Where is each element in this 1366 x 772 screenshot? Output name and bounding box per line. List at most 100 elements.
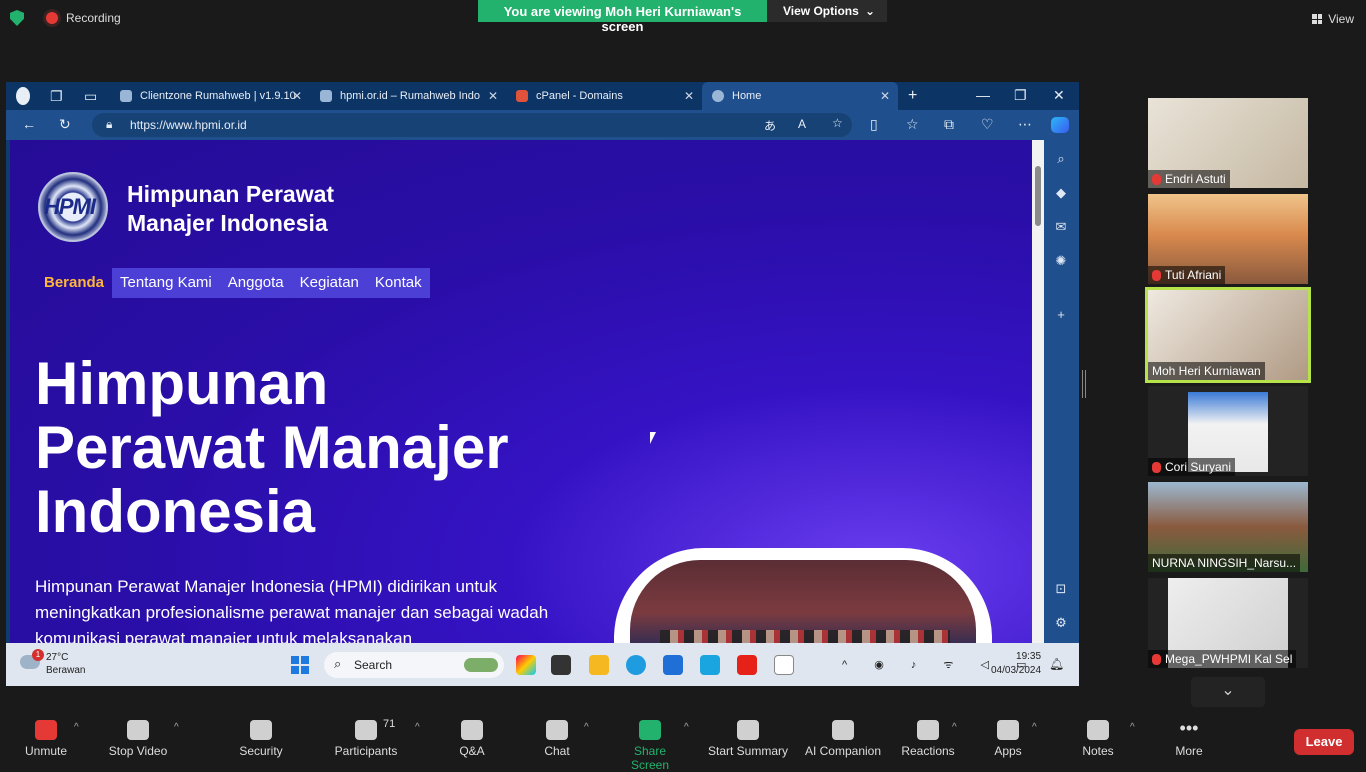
edge-browser-icon[interactable] — [626, 655, 646, 675]
qa-button[interactable]: Q&A — [452, 720, 492, 758]
apps-button[interactable]: Apps ^ — [990, 720, 1037, 758]
shared-screen: ❐ ▭ Clientzone Rumahweb | v1.9.10 ✕ hpmi… — [6, 82, 1079, 686]
tab-actions-icon[interactable]: ▭ — [74, 82, 110, 110]
participant-tile[interactable]: Mega_PWHPMI Kal Sel — [1148, 578, 1308, 668]
notes-button[interactable]: Notes ^ — [1080, 720, 1135, 758]
page-scrollbar[interactable] — [1032, 140, 1044, 643]
chevron-up-icon[interactable]: ^ — [584, 722, 589, 733]
close-tab-icon[interactable]: ✕ — [684, 89, 694, 103]
youtube-app-icon[interactable] — [737, 655, 757, 675]
screenshot-icon[interactable]: ⊡ — [1054, 582, 1068, 596]
chevron-up-icon[interactable]: ^ — [684, 722, 689, 733]
read-aloud-icon[interactable]: A — [798, 117, 806, 131]
security-button[interactable]: Security — [236, 720, 286, 758]
performance-icon[interactable]: ♡ — [981, 116, 994, 133]
nav-kegiatan[interactable]: Kegiatan — [292, 268, 367, 298]
encryption-shield-icon[interactable] — [10, 10, 24, 26]
chevron-up-icon[interactable]: ^ — [1130, 722, 1135, 733]
zoom-top-bar: Recording You are viewing Moh Heri Kurni… — [0, 0, 1366, 40]
collections-icon[interactable]: ⧉ — [944, 116, 954, 133]
stop-video-button[interactable]: Stop Video ^ — [106, 720, 179, 758]
mic-muted-icon — [1152, 653, 1161, 665]
translate-icon[interactable]: あ — [764, 117, 776, 134]
terminal-app-icon[interactable] — [551, 655, 571, 675]
participant-tile[interactable]: Cori Suryani — [1148, 386, 1308, 476]
close-window-icon[interactable]: ✕ — [1053, 87, 1065, 104]
close-tab-icon[interactable]: ✕ — [292, 89, 302, 103]
favorites-icon[interactable]: ☆ — [906, 116, 919, 133]
tab-cpanel[interactable]: cPanel - Domains ✕ — [506, 82, 702, 110]
tab-home[interactable]: Home ✕ — [702, 82, 898, 110]
split-screen-icon[interactable]: ▯ — [870, 116, 878, 133]
participant-tile[interactable]: NURNA NINGSIH_Narsu... — [1148, 482, 1308, 572]
ai-companion-button[interactable]: AI Companion — [802, 720, 884, 758]
hero-line3: Indonesia — [35, 478, 316, 545]
participants-button[interactable]: Participants 71 ^ — [333, 718, 420, 758]
view-button[interactable]: View — [1312, 12, 1354, 26]
hero-line1: Himpunan — [35, 350, 329, 417]
notepad-app-icon[interactable] — [774, 655, 794, 675]
participant-name-tag: Moh Heri Kurniawan — [1148, 362, 1265, 380]
tab-clientzone[interactable]: Clientzone Rumahweb | v1.9.10 ✕ — [110, 82, 310, 110]
refresh-icon[interactable]: ↻ — [59, 116, 71, 133]
profile-avatar[interactable] — [6, 82, 40, 110]
taskbar-search[interactable]: ⌕ Search — [324, 652, 504, 678]
view-options-button[interactable]: View Options ⌄ — [767, 0, 887, 22]
url-input[interactable]: 🔒︎ https://www.hpmi.or.id あ A ☆ — [92, 113, 852, 137]
chatgpt-icon[interactable]: ✺ — [1054, 254, 1068, 268]
panel-resize-handle[interactable] — [1082, 370, 1086, 398]
participant-tile[interactable]: Endri Astuti — [1148, 98, 1308, 188]
site-title-line2: Manajer Indonesia — [127, 210, 328, 236]
site-title[interactable]: Himpunan Perawat Manajer Indonesia — [127, 180, 334, 238]
store-app-icon[interactable] — [663, 655, 683, 675]
new-tab-icon[interactable]: + — [898, 82, 928, 110]
notification-bell-icon[interactable]: 🔔︎ — [1049, 657, 1064, 671]
weather-widget[interactable]: 1 27°C Berawan — [18, 649, 85, 677]
browser-tab-bar: ❐ ▭ Clientzone Rumahweb | v1.9.10 ✕ hpmi… — [6, 82, 1079, 110]
viewing-banner: You are viewing Moh Heri Kurniawan's scr… — [478, 0, 887, 34]
search-icon[interactable]: ⌕ — [1054, 152, 1068, 166]
chevron-up-icon[interactable]: ^ — [415, 722, 420, 733]
chevron-up-icon[interactable]: ^ — [1032, 722, 1037, 733]
nav-anggota[interactable]: Anggota — [220, 268, 292, 298]
copilot-icon[interactable] — [1051, 117, 1069, 133]
more-menu-icon[interactable]: ⋯ — [1018, 116, 1032, 133]
back-icon[interactable]: ← — [22, 116, 36, 132]
chevron-up-icon[interactable]: ^ — [952, 722, 957, 733]
zoom-meeting-toolbar: Unmute ^ Stop Video ^ Security Participant… — [0, 712, 1366, 772]
participant-tile[interactable]: Tuti Afriani — [1148, 194, 1308, 284]
copilot-app-icon[interactable] — [516, 655, 536, 675]
chat-button[interactable]: Chat ^ — [538, 720, 589, 758]
nav-kontak[interactable]: Kontak — [367, 268, 430, 298]
participant-tile-active-speaker[interactable]: Moh Heri Kurniawan — [1145, 287, 1311, 383]
close-tab-icon[interactable]: ✕ — [488, 89, 498, 103]
taskbar-clock[interactable]: 19:35 04/03/2024 — [991, 650, 1041, 678]
favorite-star-icon[interactable]: ☆ — [832, 116, 843, 130]
restore-icon[interactable]: ❐ — [1014, 87, 1027, 104]
recording-dot-icon — [46, 12, 58, 24]
nav-tentang-kami[interactable]: Tentang Kami — [112, 268, 220, 298]
chevron-up-icon[interactable]: ^ — [174, 722, 179, 733]
workspaces-icon[interactable]: ❐ — [40, 82, 74, 110]
close-tab-icon[interactable]: ✕ — [880, 89, 890, 103]
outlook-icon[interactable]: ✉ — [1054, 220, 1068, 234]
unmute-button[interactable]: Unmute ^ — [22, 720, 79, 758]
file-explorer-icon[interactable] — [589, 655, 609, 675]
settings-gear-icon[interactable]: ⚙ — [1054, 616, 1068, 630]
nav-beranda[interactable]: Beranda — [36, 268, 112, 298]
copilot-sidebar-icon[interactable]: ◆ — [1054, 186, 1068, 200]
tab-hpmi-rumahweb[interactable]: hpmi.or.id – Rumahweb Indone... ✕ — [310, 82, 506, 110]
add-sidebar-icon[interactable]: + — [1054, 308, 1068, 322]
view-label: View — [1328, 12, 1354, 26]
windows-start-icon[interactable] — [291, 656, 309, 674]
share-screen-button[interactable]: Share Screen ^ — [614, 720, 689, 772]
more-button[interactable]: ••• More — [1172, 719, 1206, 758]
hpmi-logo[interactable]: HPMI — [38, 172, 108, 242]
chevron-up-icon[interactable]: ^ — [74, 722, 79, 733]
myhp-app-icon[interactable] — [700, 655, 720, 675]
start-summary-button[interactable]: Start Summary — [706, 720, 790, 758]
minimize-icon[interactable]: — — [976, 87, 990, 103]
reactions-button[interactable]: Reactions ^ — [900, 720, 957, 758]
scroll-participants-down-icon[interactable]: ⌄ — [1191, 677, 1265, 707]
leave-button[interactable]: Leave — [1294, 729, 1354, 755]
